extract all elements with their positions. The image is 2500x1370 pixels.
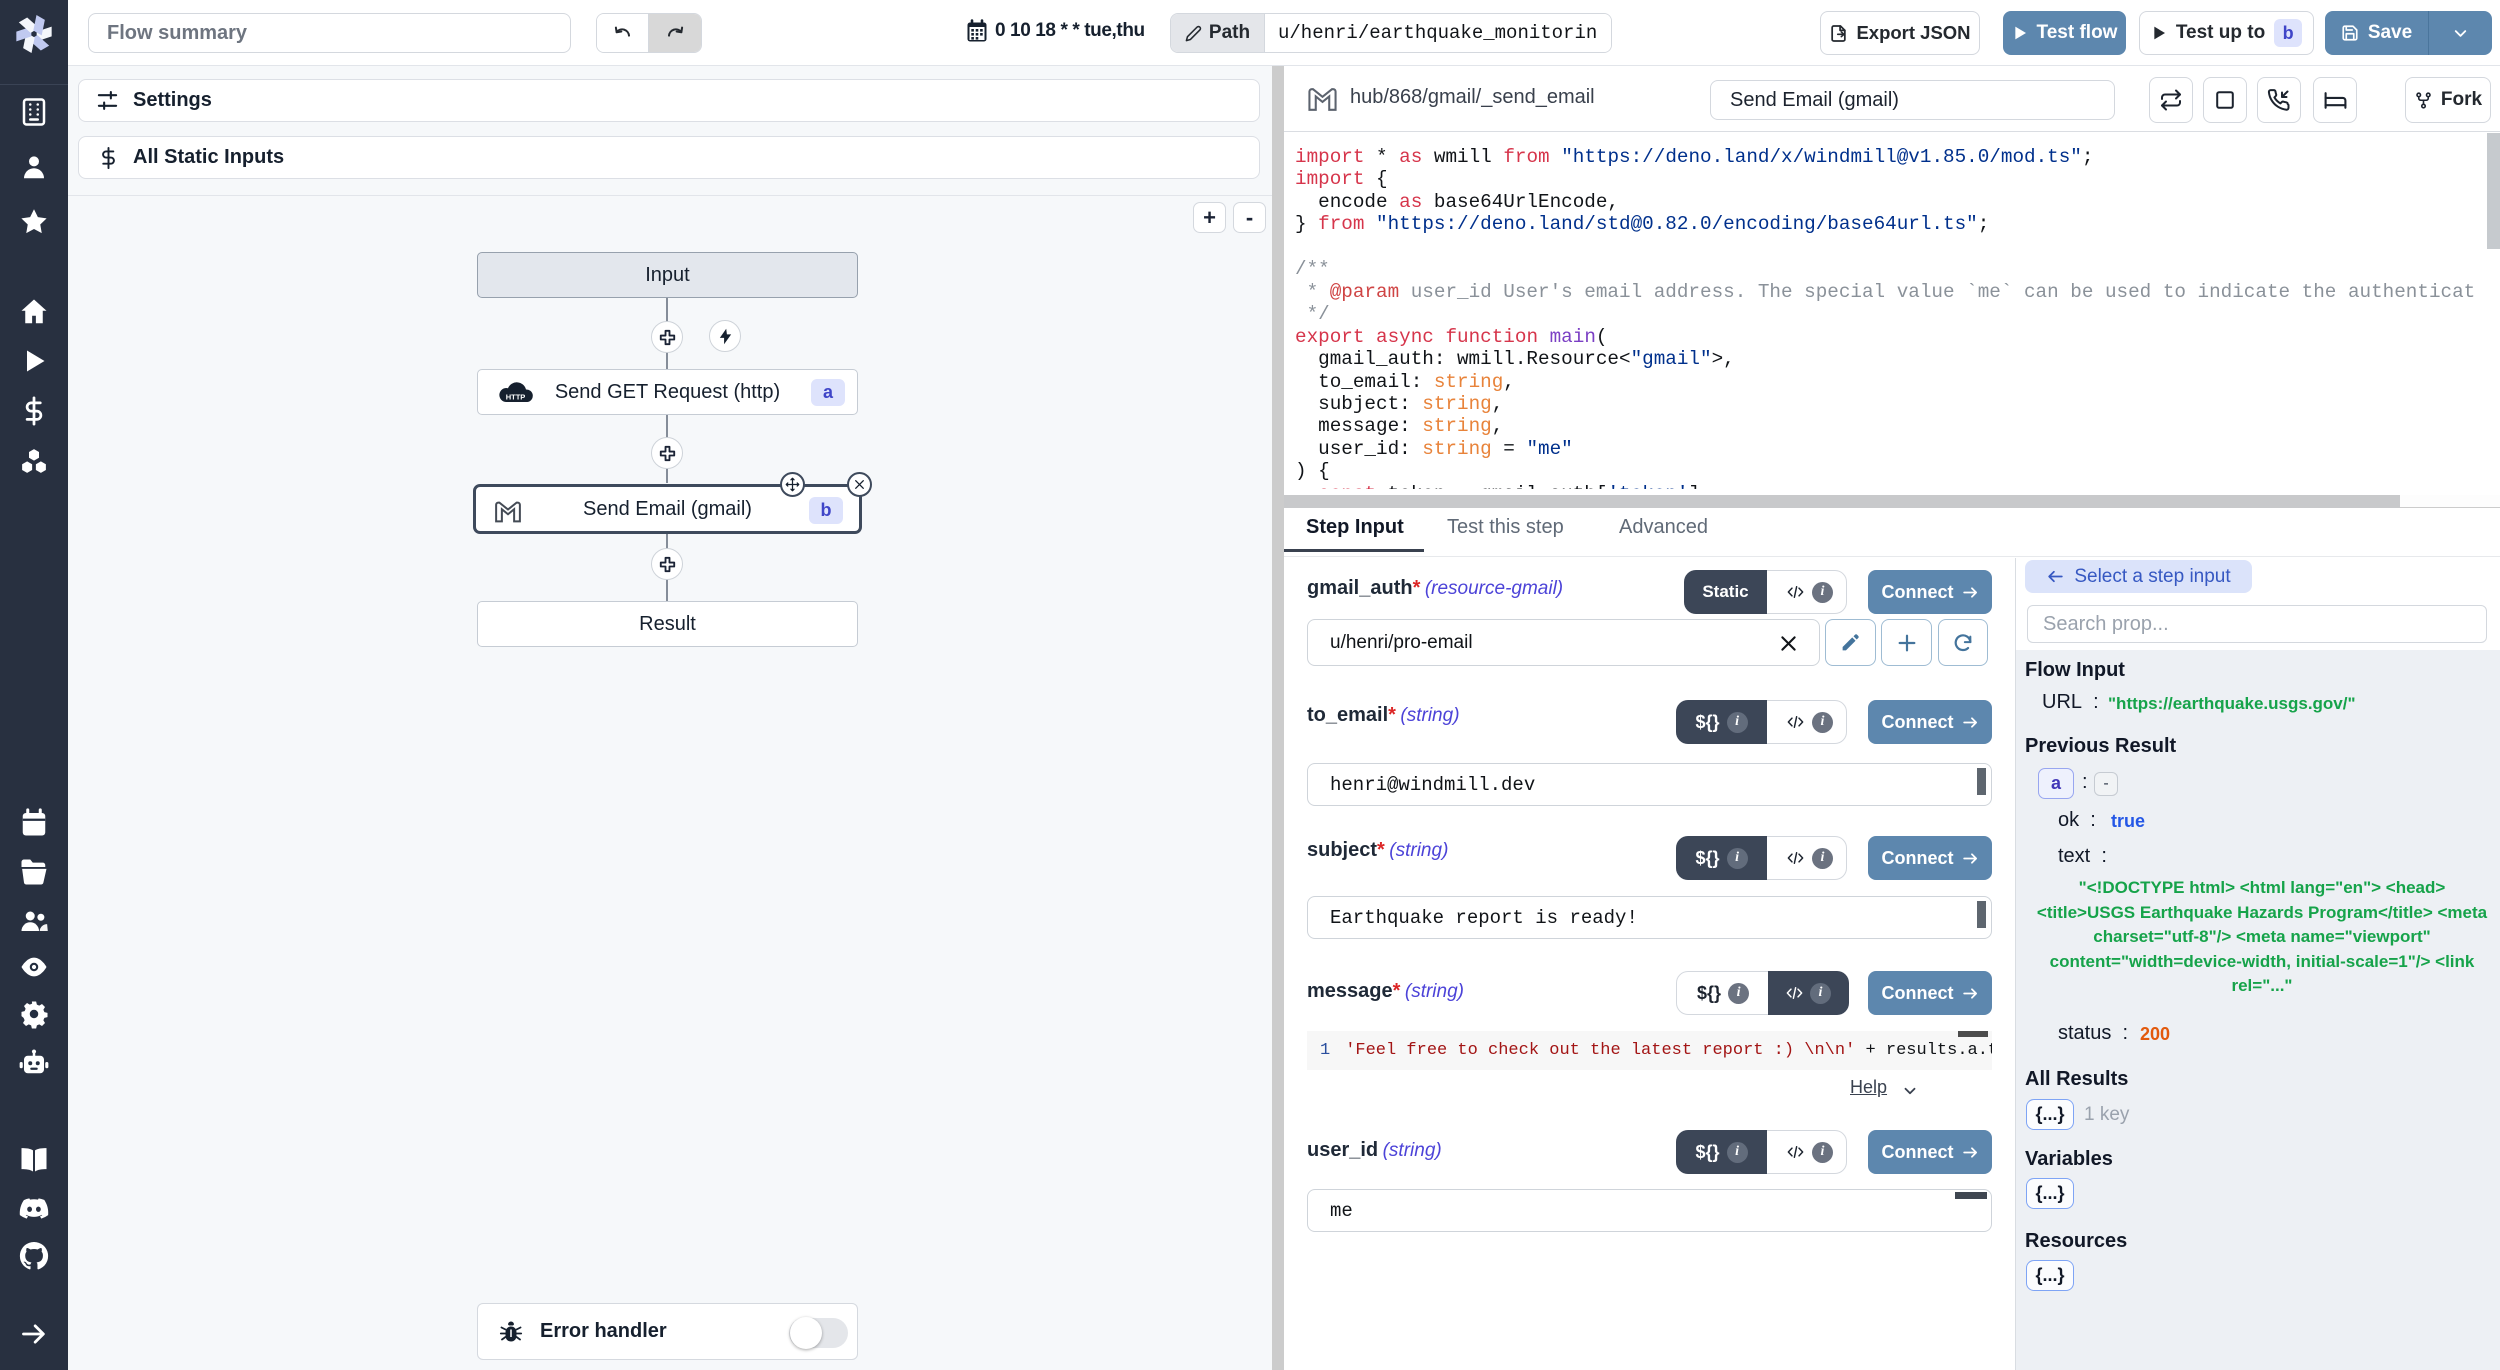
svg-text:HTTP: HTTP xyxy=(506,393,526,402)
